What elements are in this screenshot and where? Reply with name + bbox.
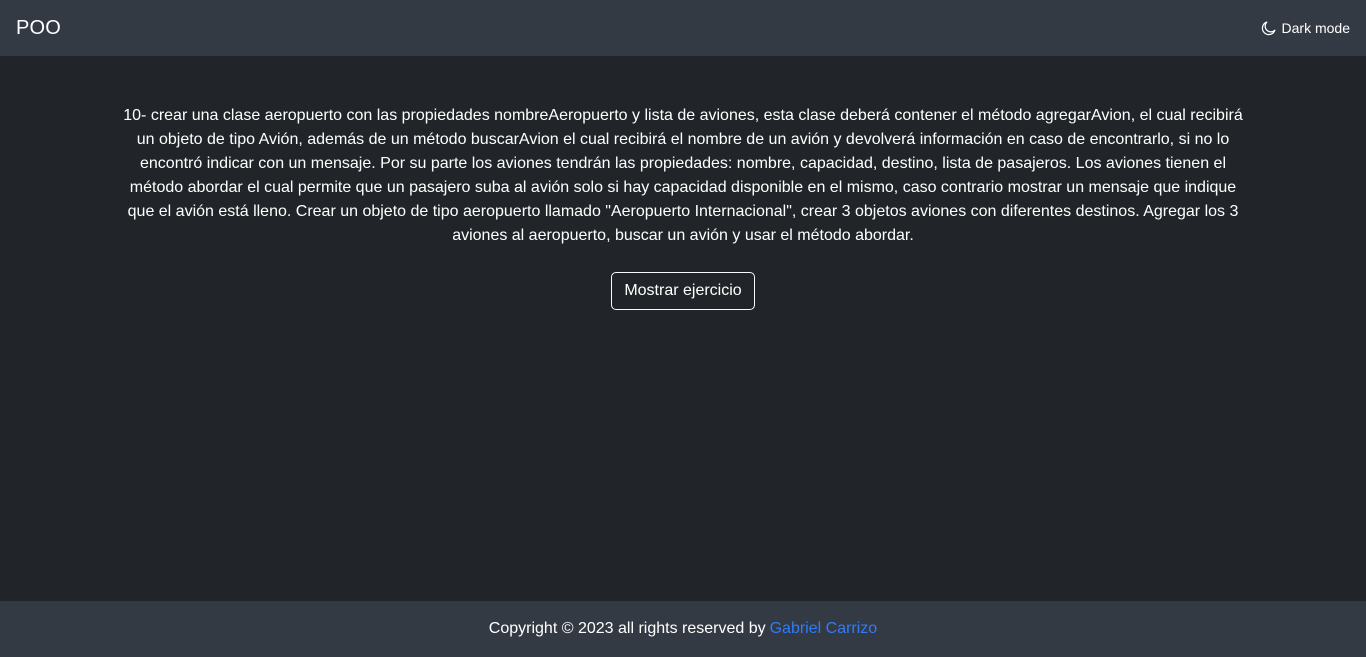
dark-mode-toggle[interactable]: Dark mode <box>1261 20 1350 36</box>
exercise-statement: 10- crear una clase aeropuerto con las p… <box>123 107 1243 244</box>
brand-link[interactable]: POO <box>16 17 61 40</box>
author-link[interactable]: Gabriel Carrizo <box>770 620 878 638</box>
dark-mode-label: Dark mode <box>1281 20 1350 36</box>
moon-icon <box>1261 21 1276 36</box>
main-content: 10- crear una clase aeropuerto con las p… <box>0 56 1366 601</box>
copyright-text: Copyright © 2023 all rights reserved by <box>488 620 766 637</box>
footer: Copyright © 2023 all rights reserved by … <box>0 601 1366 657</box>
show-exercise-button[interactable]: Mostrar ejercicio <box>611 272 755 310</box>
navbar: POO Dark mode <box>0 0 1366 56</box>
